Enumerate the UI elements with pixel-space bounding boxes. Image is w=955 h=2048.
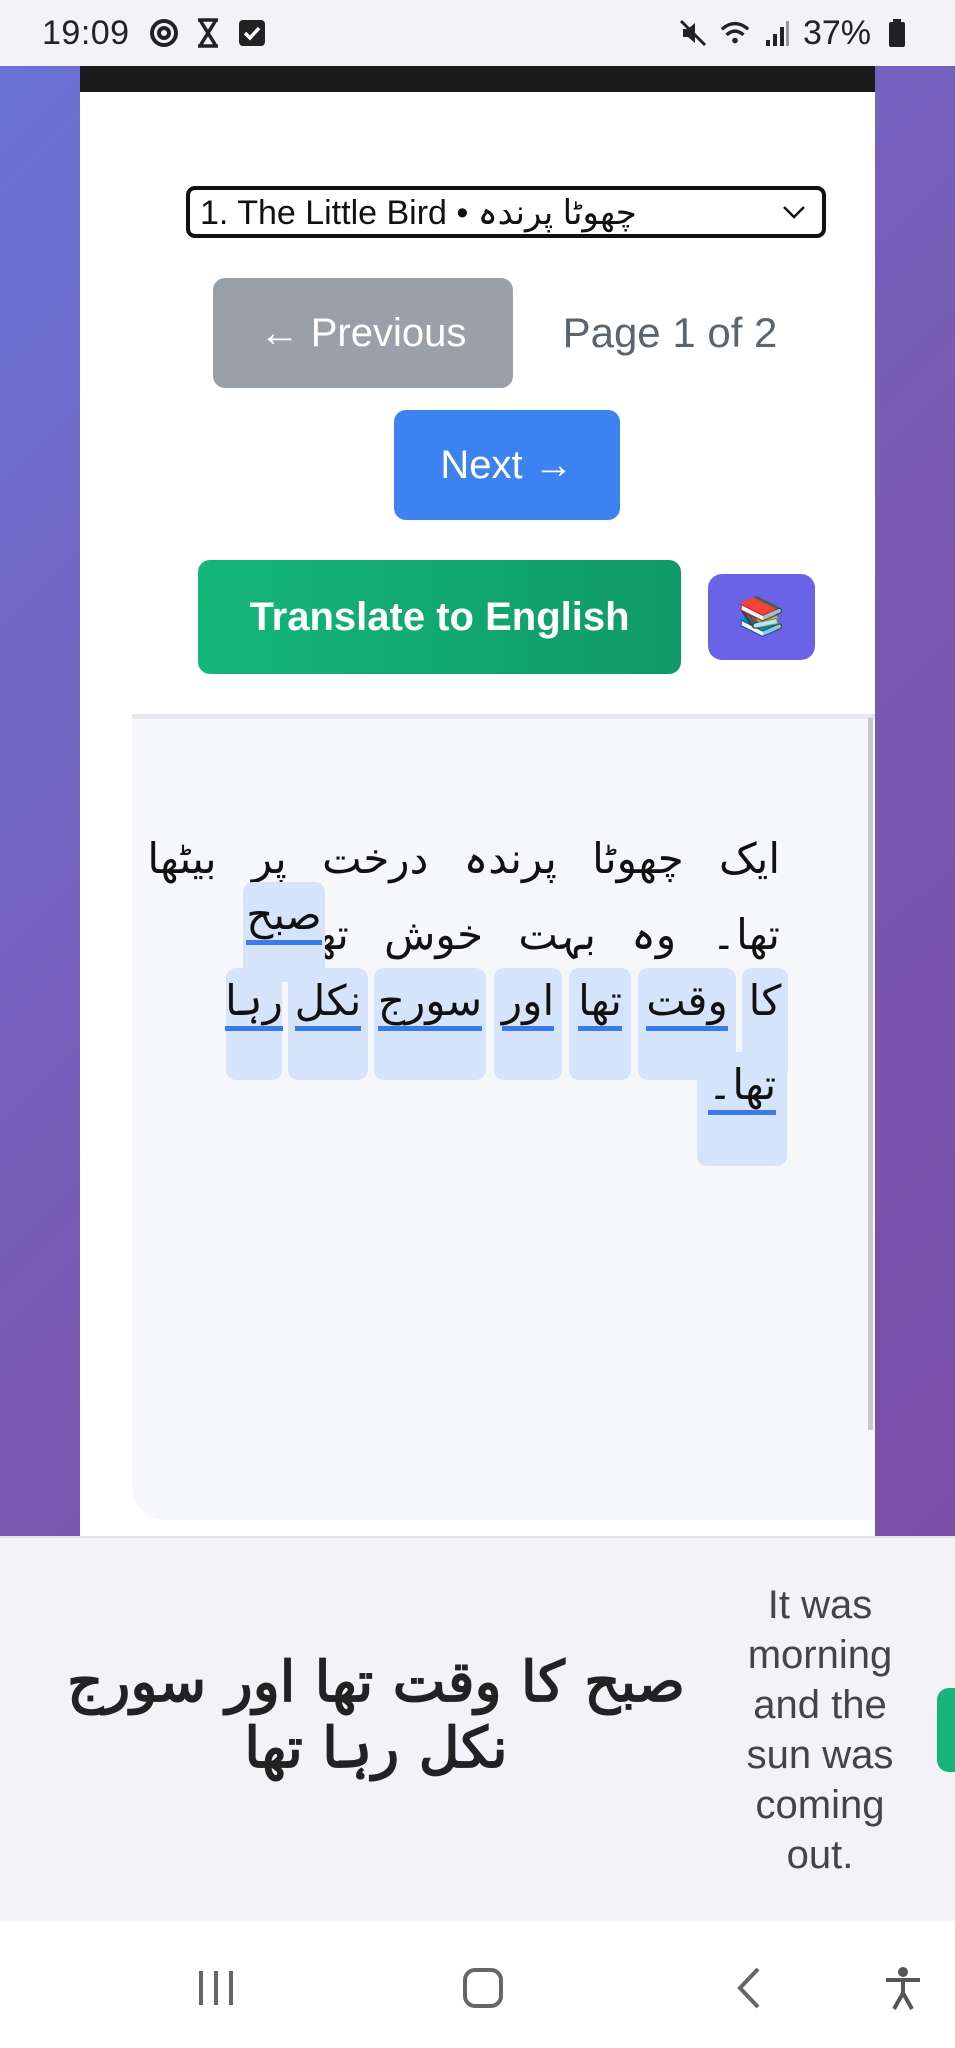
passage-line-2: تھا۔ وہ بہت خوش تھا۔ <box>280 910 780 959</box>
translation-urdu: صبح کا وقت تھا اور سورج نکل رہا تھا <box>67 1649 685 1781</box>
home-icon[interactable] <box>455 1960 511 2016</box>
previous-button[interactable]: ← Previous <box>213 278 513 388</box>
status-bar: 19:09 37% <box>0 0 955 66</box>
word-chip[interactable]: تھا۔ <box>697 1052 787 1166</box>
panel-top-bar <box>80 66 875 92</box>
status-time: 19:09 <box>42 13 130 52</box>
scrollbar[interactable] <box>868 718 873 1430</box>
recent-apps-icon[interactable] <box>188 1960 244 2016</box>
battery-icon <box>881 17 913 49</box>
next-button[interactable]: Next → <box>394 410 620 520</box>
word-chip[interactable]: رہا <box>225 968 283 1080</box>
translate-button[interactable]: Translate to English <box>198 560 681 674</box>
translation-english: It was morning and the sun was coming ou… <box>746 1583 894 1877</box>
story-select-value: 1. The Little Bird • چھوٹا پرندہ <box>200 193 637 232</box>
mute-icon <box>677 17 709 49</box>
word-chip[interactable]: اور <box>494 968 562 1080</box>
hourglass-icon <box>192 17 224 49</box>
word-chip[interactable]: نکل <box>288 968 368 1080</box>
back-icon[interactable] <box>722 1960 778 2016</box>
accessibility-icon[interactable] <box>875 1960 931 2016</box>
at-sign-icon <box>148 17 180 49</box>
passage-line-1: ایک چھوٹا پرندہ درخت پر بیٹھا <box>147 834 780 883</box>
side-tab[interactable] <box>937 1688 955 1772</box>
story-select[interactable]: 1. The Little Bird • چھوٹا پرندہ <box>186 186 826 238</box>
word-chip[interactable]: تھا <box>569 968 631 1080</box>
books-button[interactable]: 📚 <box>708 574 815 660</box>
word-chip[interactable]: سورج <box>374 968 486 1080</box>
battery-percent: 37% <box>802 13 871 52</box>
page-indicator: Page 1 of 2 <box>562 309 778 356</box>
books-icon: 📚 <box>737 596 786 638</box>
chevron-down-icon <box>783 206 805 219</box>
signal-icon <box>761 17 793 49</box>
wifi-icon <box>719 17 751 49</box>
word-chip[interactable]: صبح <box>243 882 325 982</box>
checkbox-icon <box>236 17 268 49</box>
